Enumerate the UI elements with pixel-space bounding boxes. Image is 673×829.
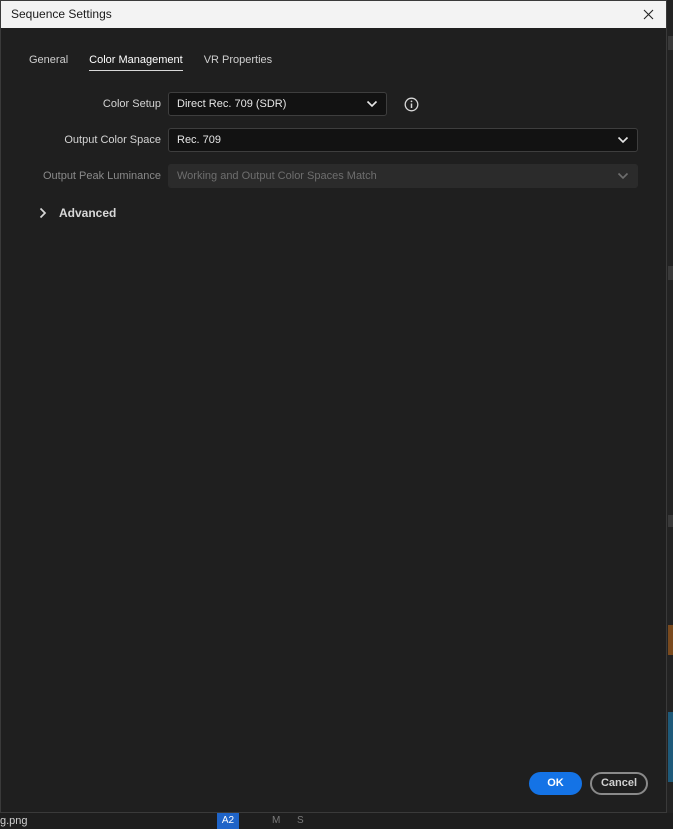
dialog-title: Sequence Settings bbox=[11, 7, 112, 21]
chevron-down-icon bbox=[617, 136, 629, 144]
ok-button[interactable]: OK bbox=[529, 772, 582, 795]
output-peak-luminance-label: Output Peak Luminance bbox=[42, 170, 161, 182]
background-track-mute: M bbox=[272, 815, 281, 826]
tab-color-management[interactable]: Color Management bbox=[89, 54, 183, 71]
chevron-down-icon bbox=[617, 172, 629, 180]
background-track-solo: S bbox=[297, 815, 304, 826]
output-peak-luminance-value: Working and Output Color Spaces Match bbox=[177, 170, 377, 182]
cancel-button[interactable]: Cancel bbox=[590, 772, 648, 795]
info-icon[interactable] bbox=[404, 97, 419, 112]
advanced-disclosure[interactable]: Advanced bbox=[38, 206, 116, 220]
sequence-settings-dialog: Sequence Settings General Color Manageme… bbox=[0, 0, 667, 813]
color-setup-select[interactable]: Direct Rec. 709 (SDR) bbox=[168, 92, 387, 116]
close-button[interactable] bbox=[630, 1, 666, 28]
background-track-a2: A2 bbox=[217, 812, 239, 829]
background-app-edge bbox=[667, 0, 673, 829]
tab-general[interactable]: General bbox=[29, 54, 68, 71]
close-icon bbox=[643, 9, 653, 20]
color-setup-value: Direct Rec. 709 (SDR) bbox=[177, 98, 287, 110]
output-peak-luminance-select: Working and Output Color Spaces Match bbox=[168, 164, 638, 188]
tab-bar: General Color Management VR Properties bbox=[29, 54, 293, 71]
output-color-space-select[interactable]: Rec. 709 bbox=[168, 128, 638, 152]
title-bar: Sequence Settings bbox=[1, 1, 666, 28]
background-file-name: g.png bbox=[0, 815, 28, 827]
color-setup-label: Color Setup bbox=[102, 98, 161, 110]
output-color-space-value: Rec. 709 bbox=[177, 134, 222, 146]
tab-vr-properties[interactable]: VR Properties bbox=[204, 54, 272, 71]
output-color-space-label: Output Color Space bbox=[64, 134, 161, 146]
chevron-down-icon bbox=[366, 100, 378, 108]
advanced-label: Advanced bbox=[59, 206, 117, 220]
chevron-right-icon bbox=[39, 207, 47, 219]
background-timeline bbox=[0, 813, 673, 829]
